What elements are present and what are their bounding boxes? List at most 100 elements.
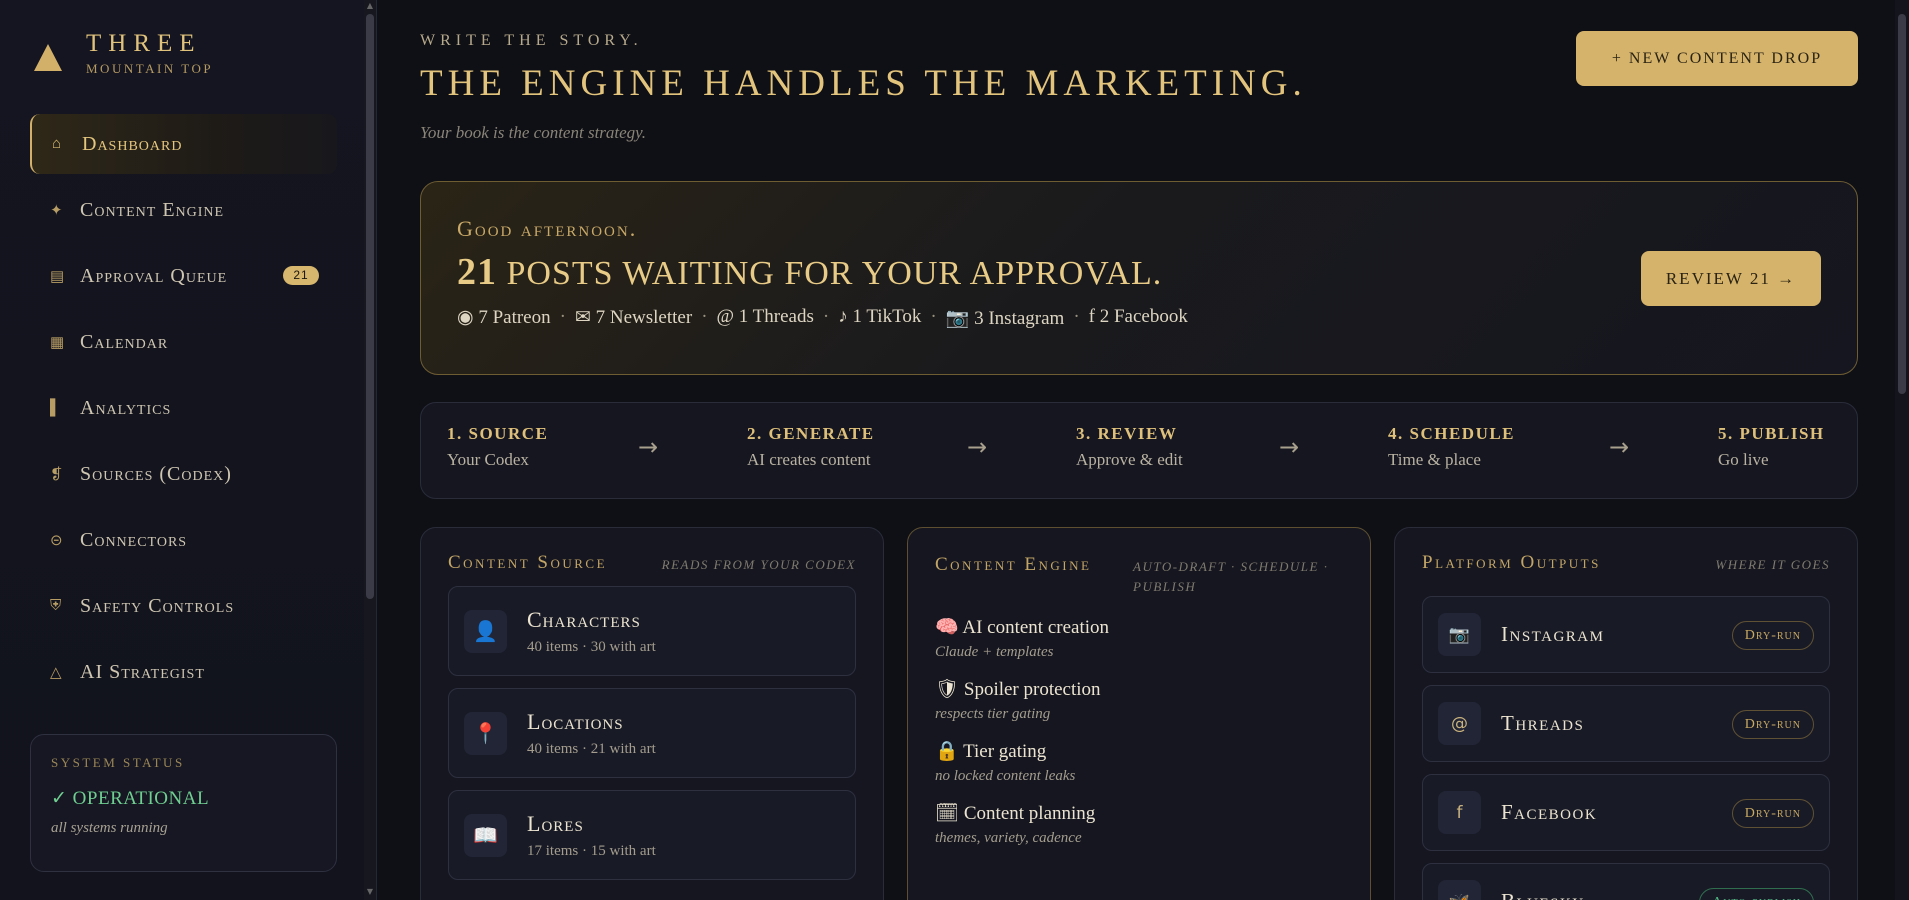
- source-meta: 17 items · 15 with art: [527, 842, 656, 859]
- new-content-drop-button[interactable]: + NEW CONTENT DROP: [1576, 31, 1858, 86]
- source-item-locations[interactable]: 📍 Locations 40 items · 21 with art: [448, 688, 856, 778]
- status-badge: Dry-run: [1731, 799, 1814, 828]
- feature-name: 🛡 Spoiler protection: [935, 679, 1101, 700]
- step-title: 2. GENERATE: [747, 424, 875, 443]
- page-title: THE ENGINE HANDLES THE MARKETING.: [420, 63, 1307, 104]
- step-desc: Time & place: [1388, 450, 1481, 469]
- status-badge: Dry-run: [1731, 621, 1814, 650]
- panel-subtitle: WHERE IT GOES: [1715, 557, 1830, 572]
- sidebar-item-dashboard[interactable]: ⌂ Dashboard: [30, 114, 337, 174]
- sidebar-item-label: Content Engine: [80, 198, 225, 221]
- sidebar-item-label: Connectors: [80, 528, 188, 551]
- platform-item-instagram[interactable]: 📷 Instagram Dry-run: [1422, 596, 1830, 673]
- source-meta: 40 items · 30 with art: [527, 638, 656, 655]
- arrow-right-icon: →: [638, 433, 659, 461]
- panel-subtitle: READS FROM YOUR CODEX: [661, 557, 856, 572]
- brand-name: THREE: [86, 30, 202, 57]
- book-icon: ❡: [50, 466, 64, 483]
- status-badge: Dry-run: [1731, 710, 1814, 739]
- pipeline-step-schedule: 4. SCHEDULE Time & place: [1388, 424, 1515, 470]
- feature-desc: respects tier gating: [935, 706, 1051, 722]
- sidebar-nav: ⌂ Dashboard ✦ Content Engine ▤ Approval …: [30, 114, 337, 708]
- shield-icon: ⛨: [50, 598, 63, 614]
- sidebar-item-sources[interactable]: ❡ Sources (Codex): [30, 444, 337, 504]
- source-item-characters[interactable]: 👤 Characters 40 items · 30 with art: [448, 586, 856, 676]
- page-eyebrow: WRITE THE STORY.: [420, 32, 643, 49]
- brand-logo[interactable]: THREE MOUNTAIN TOP: [34, 30, 213, 77]
- feature-desc: Claude + templates: [935, 644, 1054, 660]
- feature-name: 🔒 Tier gating: [935, 741, 1047, 762]
- engine-feature: 🔒 Tier gating no locked content leaks: [935, 739, 1343, 785]
- status-badge: Auto-publish: [1699, 888, 1814, 900]
- bar-chart-icon: ▌: [50, 399, 62, 416]
- sidebar-item-label: Analytics: [80, 396, 172, 419]
- sidebar-item-label: Approval Queue: [80, 264, 228, 287]
- platform-item-threads[interactable]: @ Threads Dry-run: [1422, 685, 1830, 762]
- step-title: 5. PUBLISH: [1718, 424, 1825, 443]
- sidebar-item-analytics[interactable]: ▌ Analytics: [30, 378, 337, 438]
- main-content: WRITE THE STORY. THE ENGINE HANDLES THE …: [378, 0, 1895, 900]
- platform-counts: ◉ 7 Patreon · ✉ 7 Newsletter · @ 1 Threa…: [457, 306, 1821, 330]
- page-tagline: Your book is the content strategy.: [420, 123, 647, 142]
- feature-name: 🧠 AI content creation: [935, 617, 1110, 638]
- butterfly-icon: 🦋: [1438, 880, 1481, 900]
- content-source-panel: Content Source READS FROM YOUR CODEX 👤 C…: [420, 527, 884, 900]
- platform-item-facebook[interactable]: f Facebook Dry-run: [1422, 774, 1830, 851]
- separator: ·: [559, 306, 566, 327]
- character-icon: 👤: [464, 609, 507, 653]
- step-desc: Your Codex: [447, 450, 529, 469]
- engine-feature: 🗓 Content planning themes, variety, cade…: [935, 801, 1343, 847]
- source-item-lores[interactable]: 📖 Lores 17 items · 15 with art: [448, 790, 856, 880]
- approval-hero-card: Good afternoon. 21 POSTS WAITING FOR YOU…: [420, 181, 1858, 375]
- platform-outputs-panel: Platform Outputs WHERE IT GOES 📷 Instagr…: [1394, 527, 1858, 900]
- platform-name: Instagram: [1501, 622, 1605, 646]
- scroll-down-icon[interactable]: ▼: [366, 888, 374, 896]
- count-patreon: ◉ 7 Patreon: [457, 307, 551, 328]
- home-icon: ⌂: [52, 135, 63, 152]
- system-status-card: System Status ✓ OPERATIONAL all systems …: [30, 734, 337, 872]
- main-scroll-thumb[interactable]: [1898, 14, 1906, 394]
- sidebar-item-ai-strategist[interactable]: △ AI Strategist: [30, 642, 337, 702]
- platform-name: Facebook: [1501, 800, 1598, 824]
- main-scrollbar[interactable]: [1895, 0, 1909, 900]
- count-facebook: f 2 Facebook: [1088, 306, 1188, 327]
- sidebar-item-connectors[interactable]: ⊝ Connectors: [30, 510, 337, 570]
- engine-feature: 🧠 AI content creation Claude + templates: [935, 615, 1343, 661]
- sidebar-scrollbar[interactable]: ▲ ▼: [364, 0, 376, 900]
- mountain-icon: [34, 44, 62, 71]
- feature-name: 🗓 Content planning: [935, 803, 1096, 824]
- calendar-icon: ▦: [50, 334, 66, 351]
- separator: ·: [822, 306, 830, 327]
- pipeline-step-publish: 5. PUBLISH Go live: [1718, 424, 1825, 470]
- system-status-value: ✓ OPERATIONAL: [51, 788, 210, 809]
- platform-item-bluesky[interactable]: 🦋 Bluesky Auto-publish: [1422, 863, 1830, 900]
- approval-count-badge: 21: [283, 266, 319, 285]
- engine-feature: 🛡 Spoiler protection respects tier gatin…: [935, 677, 1343, 723]
- sidebar-item-calendar[interactable]: ▦ Calendar: [30, 312, 337, 372]
- open-book-icon: 📖: [464, 813, 507, 857]
- step-desc: Approve & edit: [1076, 450, 1183, 469]
- sidebar-item-label: Sources (Codex): [80, 462, 232, 485]
- step-title: 4. SCHEDULE: [1388, 424, 1516, 443]
- sidebar: THREE MOUNTAIN TOP ⌂ Dashboard ✦ Content…: [0, 0, 377, 900]
- sidebar-scroll-thumb[interactable]: [366, 14, 374, 599]
- list-icon: ▤: [50, 268, 66, 285]
- scroll-up-icon[interactable]: ▲: [366, 2, 374, 10]
- source-name: Lores: [527, 810, 584, 836]
- pipeline-step-source: 1. SOURCE Your Codex: [447, 424, 548, 470]
- sidebar-item-safety-controls[interactable]: ⛨ Safety Controls: [30, 576, 337, 636]
- sidebar-item-content-engine[interactable]: ✦ Content Engine: [30, 180, 337, 240]
- count-instagram: 📷 3 Instagram: [945, 308, 1065, 329]
- platform-name: Threads: [1501, 711, 1585, 735]
- count-tiktok: ♪ 1 TikTok: [838, 306, 922, 327]
- step-title: 1. SOURCE: [447, 424, 549, 443]
- count-newsletter: ✉ 7 Newsletter: [574, 307, 693, 328]
- threads-icon: @: [1438, 702, 1481, 745]
- sidebar-item-approval-queue[interactable]: ▤ Approval Queue 21: [30, 246, 337, 306]
- review-button[interactable]: REVIEW 21 →: [1641, 251, 1821, 306]
- source-name: Locations: [527, 708, 624, 734]
- sparkle-icon: ✦: [50, 202, 64, 219]
- brand-subtitle: MOUNTAIN TOP: [86, 61, 214, 76]
- approval-message: 21 POSTS WAITING FOR YOUR APPROVAL.: [457, 250, 1821, 294]
- separator: ·: [701, 306, 708, 327]
